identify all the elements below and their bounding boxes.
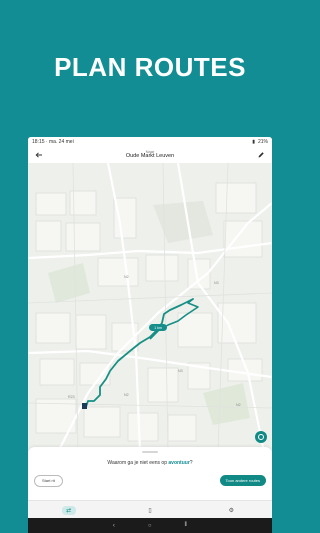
back-arrow-icon[interactable] <box>34 150 44 160</box>
headline: PLAN ROUTES <box>54 52 246 82</box>
nav-back-icon[interactable]: ‹ <box>113 523 115 529</box>
road-label: N3 <box>214 281 219 285</box>
tab-saved[interactable]: ▯ <box>143 506 157 515</box>
route-icon: ⇄ <box>66 507 72 514</box>
app-bar: Naar Oude Markt Leuven <box>28 147 272 164</box>
map[interactable]: N2 N3 N3 N2 N2 R23 1 km <box>28 163 272 452</box>
destination-title: Oude Markt Leuven <box>125 153 175 160</box>
battery-percent: 21% <box>257 139 268 145</box>
adventure-link[interactable]: avontuur <box>168 460 189 466</box>
map-canvas <box>28 163 272 452</box>
bottom-sheet: Waarom ga je niet eens op avontuur? Star… <box>28 447 272 500</box>
edit-icon[interactable] <box>256 150 266 160</box>
phone-screen: 18:15 · ma. 24 mei ▮ 21% Naar Oude Markt… <box>28 137 272 533</box>
road-label: N2 <box>236 403 241 407</box>
road-label: N2 <box>124 393 129 397</box>
road-label: R23 <box>68 395 75 399</box>
settings-icon: ⚙ <box>228 507 234 514</box>
nav-recents-icon[interactable]: ⦀ <box>184 522 187 529</box>
sheet-handle[interactable] <box>142 451 158 453</box>
my-location-button[interactable] <box>255 431 267 443</box>
location-icon <box>258 434 264 440</box>
route-distance-badge: 1 km <box>149 324 167 331</box>
signal-icon: ▮ <box>252 139 255 145</box>
bookmark-icon: ▯ <box>148 507 152 514</box>
show-other-routes-button[interactable]: Toon andere routes <box>219 475 266 486</box>
system-nav-bar: ‹ ○ ⦀ <box>28 518 272 533</box>
tab-settings[interactable]: ⚙ <box>224 506 238 515</box>
status-bar: 18:15 · ma. 24 mei ▮ 21% <box>28 137 272 147</box>
road-label: N3 <box>178 369 183 373</box>
nav-home-icon[interactable]: ○ <box>148 523 152 529</box>
tab-route[interactable]: ⇄ <box>61 505 76 515</box>
sheet-question: Waarom ga je niet eens op avontuur? <box>107 459 193 466</box>
tab-bar: ⇄ ▯ ⚙ <box>28 500 272 519</box>
road-label: N2 <box>124 275 129 279</box>
status-time: 18:15 · ma. 24 mei <box>32 139 74 145</box>
route-start-marker <box>82 403 87 409</box>
start-ride-button[interactable]: Start rit <box>34 474 63 487</box>
